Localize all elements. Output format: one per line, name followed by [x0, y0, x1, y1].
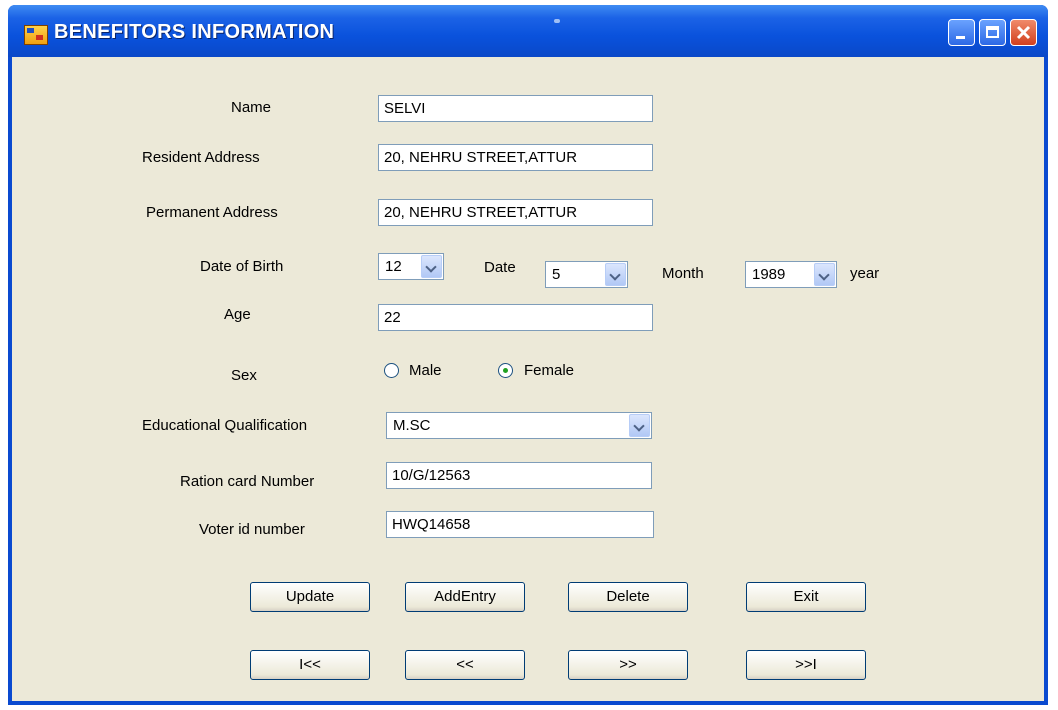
name-input[interactable]: SELVI: [378, 95, 653, 122]
permanent-address-input[interactable]: 20, NEHRU STREET,ATTUR: [378, 199, 653, 226]
maximize-button[interactable]: [979, 19, 1006, 46]
age-label: Age: [224, 306, 251, 323]
update-button[interactable]: Update: [250, 582, 370, 612]
chevron-down-icon[interactable]: [629, 414, 650, 437]
permanent-address-label: Permanent Address: [146, 204, 278, 221]
last-record-button[interactable]: >>I: [746, 650, 866, 680]
dob-month-select[interactable]: 5: [545, 261, 628, 288]
dob-year-value: 1989: [752, 266, 786, 283]
dob-label: Date of Birth: [200, 258, 284, 275]
resident-address-label: Resident Address: [142, 149, 260, 166]
voter-id-label: Voter id number: [199, 521, 305, 538]
resident-address-input[interactable]: 20, NEHRU STREET,ATTUR: [378, 144, 653, 171]
exit-button[interactable]: Exit: [746, 582, 866, 612]
form-area: Name SELVI Resident Address 20, NEHRU ST…: [12, 57, 1044, 701]
sex-female-radio[interactable]: [498, 363, 513, 378]
chevron-down-icon[interactable]: [814, 263, 835, 286]
add-entry-button[interactable]: AddEntry: [405, 582, 525, 612]
close-button[interactable]: [1010, 19, 1037, 46]
voter-id-input[interactable]: HWQ14658: [386, 511, 654, 538]
education-select[interactable]: M.SC: [386, 412, 652, 439]
name-label: Name: [231, 99, 272, 116]
ration-card-label: Ration card Number: [180, 473, 315, 490]
close-icon: [1016, 25, 1031, 40]
chevron-down-icon[interactable]: [605, 263, 626, 286]
minimize-icon: [956, 36, 965, 39]
maximize-icon: [986, 26, 999, 38]
ration-card-input[interactable]: 10/G/12563: [386, 462, 652, 489]
title-dot: [554, 19, 560, 23]
dob-month-caption: Month: [662, 265, 704, 282]
age-input[interactable]: 22: [378, 304, 653, 331]
title-bar[interactable]: BENEFITORS INFORMATION: [8, 5, 1048, 57]
next-record-button[interactable]: >>: [568, 650, 688, 680]
previous-record-button[interactable]: <<: [405, 650, 525, 680]
sex-label: Sex: [231, 367, 257, 384]
sex-female-label[interactable]: Female: [524, 362, 574, 379]
first-record-button[interactable]: I<<: [250, 650, 370, 680]
delete-button[interactable]: Delete: [568, 582, 688, 612]
dob-day-select[interactable]: 12: [378, 253, 444, 280]
dob-day-caption: Date: [484, 259, 516, 276]
dob-month-value: 5: [552, 266, 561, 283]
app-window: BENEFITORS INFORMATION Name SELVI Reside…: [8, 5, 1048, 705]
dob-day-value: 12: [385, 258, 402, 275]
window-title: BENEFITORS INFORMATION: [54, 21, 335, 43]
education-label: Educational Qualification: [142, 417, 308, 434]
dob-year-caption: year: [850, 265, 880, 282]
sex-male-label[interactable]: Male: [409, 362, 442, 379]
app-icon: [24, 25, 48, 45]
education-value: M.SC: [393, 417, 431, 434]
chevron-down-icon[interactable]: [421, 255, 442, 278]
sex-male-radio[interactable]: [384, 363, 399, 378]
minimize-button[interactable]: [948, 19, 975, 46]
dob-year-select[interactable]: 1989: [745, 261, 837, 288]
